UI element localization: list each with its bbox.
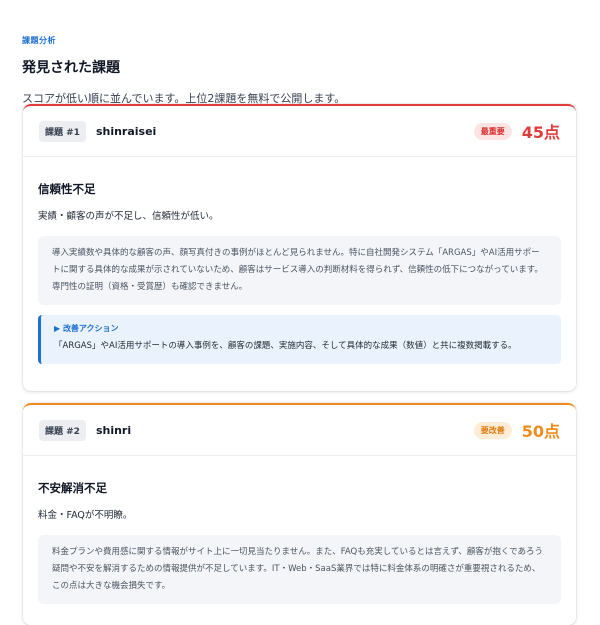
issue-number-label: 課題 #2 — [39, 419, 86, 441]
issue-summary: 実績・顧客の声が不足し、信頼性が低い。 — [38, 211, 219, 222]
issue-card-header: 課題 #2 shinri 要改善 50点 — [23, 405, 576, 456]
improvement-action-label: ▶ 改善アクション — [54, 324, 119, 333]
priority-badge: 要改善 — [473, 421, 512, 439]
improvement-action-box: ▶ 改善アクション 「ARGAS」やAI活用サポートの導入事例を、顧客の課題、実… — [38, 315, 561, 364]
issue-key: shinri — [95, 423, 132, 437]
issue-summary: 料金・FAQが不明瞭。 — [38, 510, 133, 521]
issue-number-label: 課題 #1 — [39, 120, 86, 142]
issue-card-body: 不安解消不足 料金・FAQが不明瞭。 料金プランや費用感に関する情報がサイト上に… — [23, 456, 576, 604]
issue-title: 信頼性不足 — [38, 182, 96, 196]
issue-card-header: 課題 #1 shinraisei 最重要 45点 — [23, 106, 576, 157]
issue-card-2: 課題 #2 shinri 要改善 50点 不安解消不足 料金・FAQが不明瞭。 … — [23, 403, 576, 625]
issue-score: 50点 — [521, 422, 560, 441]
issue-detail: 料金プランや費用感に関する情報がサイト上に一切見当たりません。また、FAQも充実… — [38, 535, 561, 604]
section-title: 発見された課題 — [22, 60, 120, 76]
issue-detail: 導入実績数や具体的な顧客の声、顔写真付きの事例がほとんど見られません。特に自社開… — [38, 236, 561, 305]
improvement-action-text: 「ARGAS」やAI活用サポートの導入事例を、顧客の課題、実施内容、そして具体的… — [54, 341, 517, 351]
issue-key: shinraisei — [95, 124, 157, 138]
issue-title: 不安解消不足 — [38, 481, 107, 495]
issue-card-1: 課題 #1 shinraisei 最重要 45点 信頼性不足 実績・顧客の声が不… — [23, 104, 576, 391]
section-tag: 課題分析 — [22, 36, 56, 45]
priority-badge: 最重要 — [473, 122, 512, 140]
issue-score: 45点 — [521, 123, 560, 142]
issue-card-body: 信頼性不足 実績・顧客の声が不足し、信頼性が低い。 導入実績数や具体的な顧客の声… — [23, 157, 576, 364]
